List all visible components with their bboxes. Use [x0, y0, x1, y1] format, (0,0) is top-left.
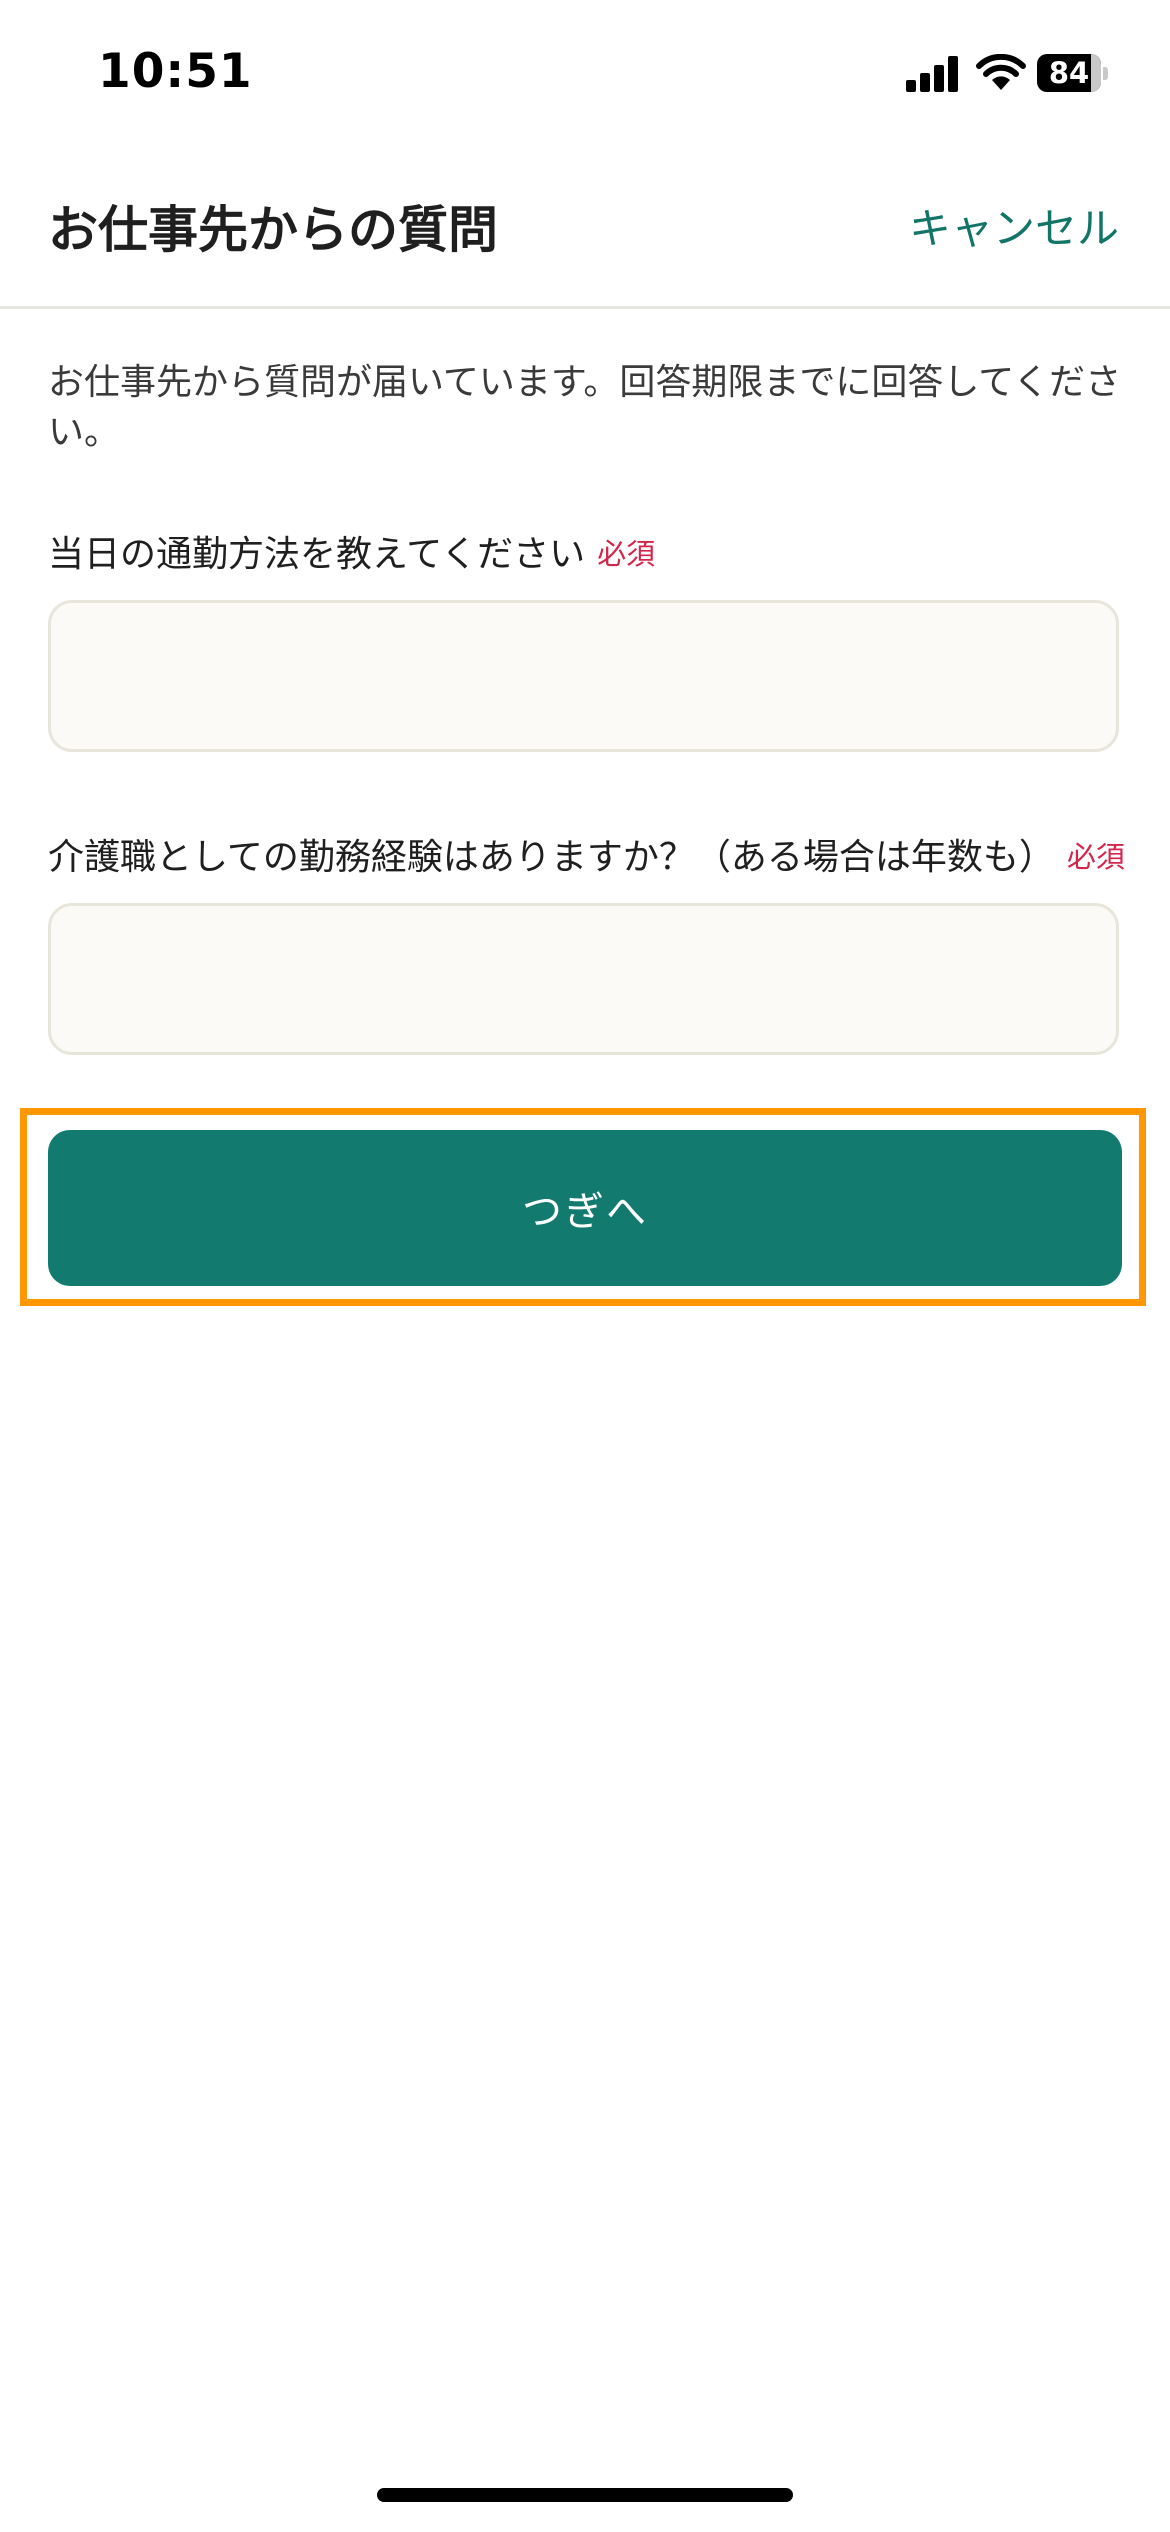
- status-time: 10:51: [98, 44, 253, 99]
- home-indicator[interactable]: [377, 2488, 793, 2502]
- question-2-answer-field[interactable]: [48, 903, 1119, 1055]
- question-1-text: 当日の通勤方法を教えてください: [48, 534, 586, 575]
- page-title: お仕事先からの質問: [48, 201, 498, 259]
- question-2-text: 介護職としての勤務経験はありますか？（ある場合は年数も）: [48, 837, 1055, 878]
- next-button[interactable]: つぎへ: [48, 1130, 1122, 1286]
- question-2-label: 介護職としての勤務経験はありますか？（ある場合は年数も） 必須: [48, 828, 1125, 880]
- question-1-label: 当日の通勤方法を教えてください 必須: [48, 525, 655, 577]
- cancel-button[interactable]: キャンセル: [909, 195, 1119, 256]
- intro-text: お仕事先から質問が届いています。回答期限までに回答してください。: [48, 362, 1122, 453]
- question-1-answer-field[interactable]: [48, 600, 1119, 752]
- battery-level: 84: [1048, 56, 1090, 90]
- required-badge: 必須: [597, 537, 656, 571]
- battery-icon: 84: [1037, 54, 1109, 92]
- wifi-icon: [975, 53, 1027, 92]
- navigation-header: お仕事先からの質問 キャンセル: [0, 150, 1170, 309]
- status-bar: 10:51 84: [0, 0, 1170, 150]
- cellular-signal-icon: [906, 56, 960, 92]
- required-badge: 必須: [1066, 840, 1125, 874]
